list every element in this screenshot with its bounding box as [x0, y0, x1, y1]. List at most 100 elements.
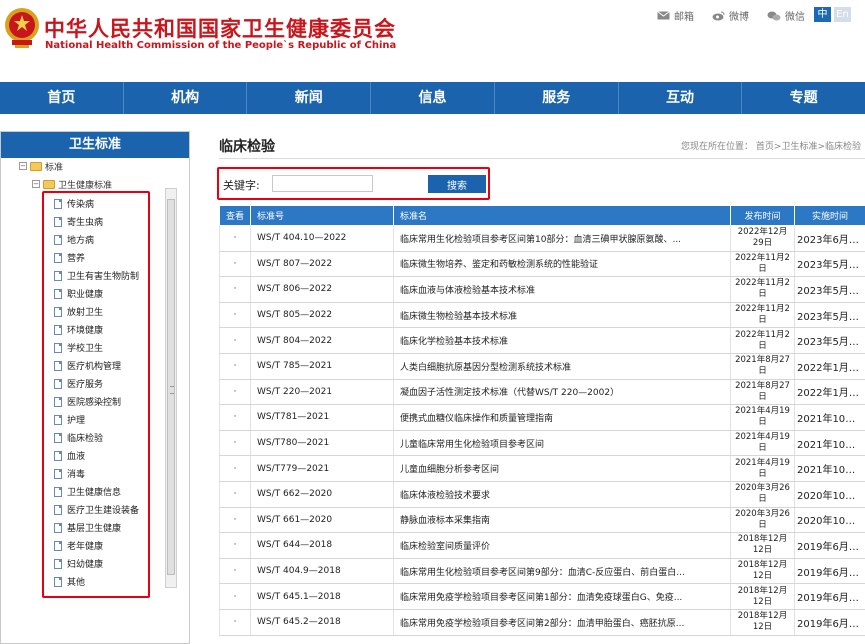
table-row[interactable]: · WS/T781—2021 便携式血糖仪临床操作和质量管理指南 2021年4月19日…	[219, 404, 865, 431]
tree-leaf-medical-institution-management[interactable]: 医疗机构管理	[54, 359, 121, 372]
mail-link[interactable]: 邮箱	[657, 8, 694, 23]
document-icon	[54, 504, 62, 515]
weibo-link[interactable]: 微博	[712, 8, 749, 23]
name-link[interactable]: 人类白细胞抗原基因分型检测系统技术标准	[393, 353, 731, 380]
collapse-icon[interactable]: −	[32, 180, 40, 188]
tree-leaf-occupational-health[interactable]: 职业健康	[54, 287, 103, 300]
publish-date-cell: 2022年12月29日	[730, 225, 795, 252]
publish-date-cell: 2018年12月12日	[730, 583, 795, 610]
name-link[interactable]: 儿童血细胞分析参考区间	[393, 455, 731, 482]
table-row[interactable]: · WS/T 645.2—2018 临床常用免疫学检验项目参考区间第2部分：血清甲胎…	[219, 609, 865, 636]
table-row[interactable]: · WS/T 805—2022 临床微生物检验基本技术标准 2022年11月2日 202…	[219, 302, 865, 329]
nav-item-home[interactable]: 首页	[0, 82, 124, 114]
code-cell: WS/T781—2021	[250, 404, 394, 431]
nav-item-news[interactable]: 新闻	[247, 82, 372, 114]
tree-leaf-medical-services[interactable]: 医疗服务	[54, 377, 103, 390]
document-icon	[54, 324, 62, 335]
name-link[interactable]: 儿童临床常用生化检验项目参考区间	[393, 430, 731, 457]
nav-item-topics[interactable]: 专题	[742, 82, 865, 114]
table-row[interactable]: · WS/T 804—2022 临床化学检验基本技术标准 2022年11月2日 2023…	[219, 327, 865, 354]
tree-leaf-construction-equipment[interactable]: 医疗卫生建设装备	[54, 503, 139, 516]
document-icon	[54, 378, 62, 389]
name-link[interactable]: 临床微生物培养、鉴定和药敏检测系统的性能验证	[393, 251, 731, 278]
tree-leaf-other[interactable]: 其他	[54, 575, 85, 588]
tree-leaf-label: 职业健康	[67, 290, 104, 300]
table-row[interactable]: · WS/T 644—2018 临床检验室间质量评价 2018年12月12日 2019年…	[219, 532, 865, 559]
name-link[interactable]: 临床化学检验基本技术标准	[393, 327, 731, 354]
tree-leaf-clinical-laboratory[interactable]: 临床检验	[54, 431, 103, 444]
tree-leaf-school-health[interactable]: 学校卫生	[54, 341, 103, 354]
table-row[interactable]: · WS/T 785—2021 人类白细胞抗原基因分型检测系统技术标准 2021年8月…	[219, 353, 865, 380]
name-link[interactable]: 临床常用免疫学检验项目参考区间第2部分：血清甲胎蛋白、癌胚抗原...	[393, 609, 731, 636]
table-row[interactable]: · WS/T779—2021 儿童血细胞分析参考区间 2021年4月19日 2021年1…	[219, 455, 865, 482]
code-cell: WS/T 644—2018	[250, 532, 394, 559]
table-row[interactable]: · WS/T 807—2022 临床微生物培养、鉴定和药敏检测系统的性能验证 2022…	[219, 251, 865, 278]
view-cell: ·	[219, 481, 251, 508]
nav-item-interaction[interactable]: 互动	[619, 82, 743, 114]
table-row[interactable]: · WS/T 645.1—2018 临床常用免疫学检验项目参考区间第1部分：血清免疫…	[219, 583, 865, 610]
lang-en-button[interactable]: En	[834, 7, 851, 22]
scrollbar-thumb[interactable]	[167, 199, 175, 575]
effective-date-cell: 2022年1月1日	[794, 353, 865, 380]
national-emblem-icon[interactable]	[3, 6, 41, 50]
name-link[interactable]: 临床血液与体液检验基本技术标准	[393, 276, 731, 303]
table-row[interactable]: · WS/T 806—2022 临床血液与体液检验基本技术标准 2022年11月2日 2…	[219, 276, 865, 303]
tree-leaf-environmental-health[interactable]: 环境健康	[54, 323, 103, 336]
tree-leaf-nursing[interactable]: 护理	[54, 413, 85, 426]
name-link[interactable]: 临床微生物检验基本技术标准	[393, 302, 731, 329]
name-link[interactable]: 便携式血糖仪临床操作和质量管理指南	[393, 404, 731, 431]
table-row[interactable]: · WS/T 404.9—2018 临床常用生化检验项目参考区间第9部分：血清C-反…	[219, 558, 865, 585]
tree-leaf-primary-health[interactable]: 基层卫生健康	[54, 521, 121, 534]
nav-item-organization[interactable]: 机构	[124, 82, 248, 114]
wechat-link[interactable]: 微信	[767, 8, 805, 23]
publish-date-cell: 2018年12月12日	[730, 609, 795, 636]
search-input[interactable]	[272, 175, 373, 192]
search-button[interactable]: 搜索	[428, 175, 486, 193]
tree-leaf-nutrition[interactable]: 营养	[54, 251, 85, 264]
tree-leaf-pest-control[interactable]: 卫生有害生物防制	[54, 269, 139, 282]
effective-date-cell: 2019年6月1日	[794, 558, 865, 585]
view-cell: ·	[219, 353, 251, 380]
tree-root-node[interactable]: − 标准	[19, 159, 63, 173]
tree-leaf-label: 寄生虫病	[67, 218, 104, 228]
tree-leaf-elderly-health[interactable]: 老年健康	[54, 539, 103, 552]
name-link[interactable]: 临床常用生化检验项目参考区间第10部分：血清三碘甲状腺原氨酸、...	[393, 225, 731, 252]
sidebar-scrollbar[interactable]	[165, 188, 177, 588]
code-cell: WS/T 662—2020	[250, 481, 394, 508]
table-row[interactable]: · WS/T780—2021 儿童临床常用生化检验项目参考区间 2021年4月19日 2…	[219, 430, 865, 457]
name-link[interactable]: 临床常用生化检验项目参考区间第9部分：血清C-反应蛋白、前白蛋白...	[393, 558, 731, 585]
view-cell: ·	[219, 404, 251, 431]
publish-date-cell: 2022年11月2日	[730, 302, 795, 329]
name-link[interactable]: 临床检验室间质量评价	[393, 532, 731, 559]
lang-zh-button[interactable]: 中	[814, 7, 831, 22]
name-link[interactable]: 临床常用免疫学检验项目参考区间第1部分：血清免疫球蛋白G、免疫...	[393, 583, 731, 610]
tree-leaf-maternal-child-health[interactable]: 妇幼健康	[54, 557, 103, 570]
publish-date-cell: 2022年11月2日	[730, 276, 795, 303]
name-link[interactable]: 静脉血液标本采集指南	[393, 507, 731, 534]
nav-item-services[interactable]: 服务	[495, 82, 619, 114]
name-link[interactable]: 临床体液检验技术要求	[393, 481, 731, 508]
site-title[interactable]: 中华人民共和国国家卫生健康委员会	[44, 13, 396, 43]
tree-leaf-health-information[interactable]: 卫生健康信息	[54, 485, 121, 498]
tree-leaf-radiation-health[interactable]: 放射卫生	[54, 305, 103, 318]
view-cell: ·	[219, 558, 251, 585]
name-link[interactable]: 凝血因子活性测定技术标准（代替WS/T 220—2002）	[393, 379, 731, 406]
tree-leaf-blood[interactable]: 血液	[54, 449, 85, 462]
nav-item-information[interactable]: 信息	[371, 82, 495, 114]
publish-date-cell: 2021年4月19日	[730, 430, 795, 457]
tree-leaf-parasitic-disease[interactable]: 寄生虫病	[54, 215, 103, 228]
table-row[interactable]: · WS/T 404.10—2022 临床常用生化检验项目参考区间第10部分：血清三…	[219, 225, 865, 252]
table-row[interactable]: · WS/T 662—2020 临床体液检验技术要求 2020年3月26日 2020年1…	[219, 481, 865, 508]
tree-leaf-disinfection[interactable]: 消毒	[54, 467, 85, 480]
effective-date-cell: 2019年6月1日	[794, 583, 865, 610]
tree-leaf-infection-control[interactable]: 医院感染控制	[54, 395, 121, 408]
view-cell: ·	[219, 583, 251, 610]
tree-branch-node[interactable]: − 卫生健康标准	[32, 177, 112, 191]
code-cell: WS/T 785—2021	[250, 353, 394, 380]
tree-leaf-endemic-disease[interactable]: 地方病	[54, 233, 94, 246]
breadcrumb[interactable]: 您现在所在位置： 首页>卫生标准>临床检验	[681, 139, 861, 152]
table-row[interactable]: · WS/T 220—2021 凝血因子活性测定技术标准（代替WS/T 220—20…	[219, 379, 865, 406]
tree-leaf-infectious-disease[interactable]: 传染病	[54, 197, 94, 210]
table-row[interactable]: · WS/T 661—2020 静脉血液标本采集指南 2020年3月26日 2020年1…	[219, 507, 865, 534]
collapse-icon[interactable]: −	[19, 162, 27, 170]
